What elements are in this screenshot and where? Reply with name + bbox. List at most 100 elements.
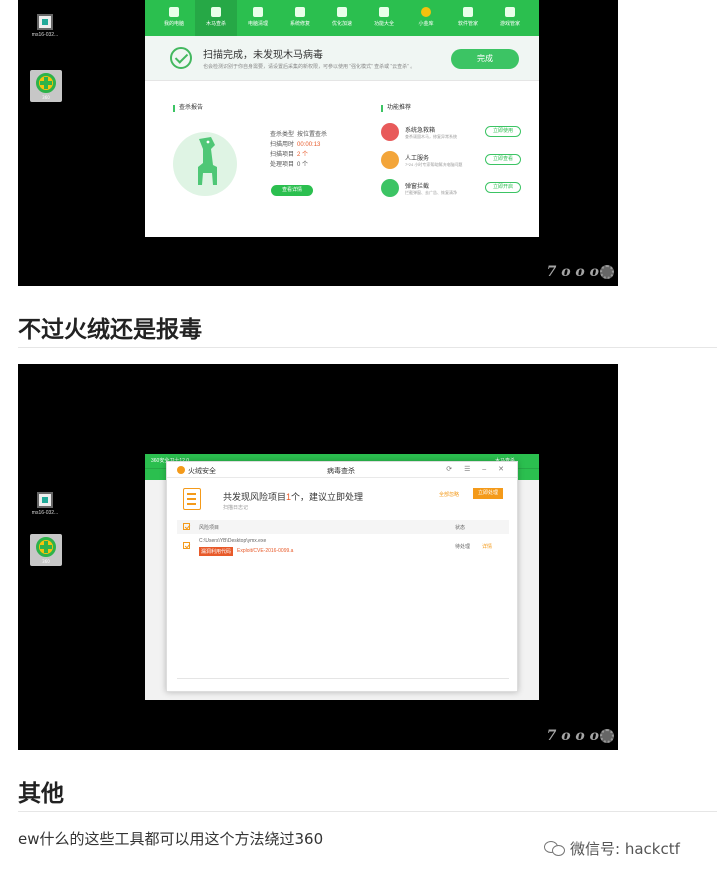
scan-time: 扫描日志记 (223, 505, 249, 511)
wechat-icon (544, 840, 566, 856)
risk-row-checkbox[interactable] (183, 542, 190, 549)
360-window: 我的电脑 木马查杀 电脑清理 系统修复 优化加速 功能大全 小金库 软件管家 游… (145, 0, 539, 237)
desktop-icon-label: ms16-032... (31, 510, 59, 516)
risk-status: 待处理 (455, 544, 471, 550)
feature-button[interactable]: 立即开启 (485, 182, 521, 193)
check-circle-icon (170, 47, 192, 69)
toolbar-my-computer[interactable]: 我的电脑 (153, 0, 195, 36)
feature-name: 人工服务 (405, 156, 430, 162)
toolbar-label: 优化加速 (331, 21, 352, 27)
recommend-section-title: 功能推荐 (381, 105, 411, 112)
exe-file-icon (37, 14, 53, 30)
divider (18, 347, 717, 348)
gear-icon (600, 265, 614, 279)
desktop-icon-ms16[interactable]: ms16-032... (30, 14, 60, 38)
wechat-label: 微信号: hackctf (570, 840, 680, 858)
toolbar-vault[interactable]: 小金库 (405, 0, 447, 36)
exe-file-icon (37, 492, 53, 508)
dialog-title: 病毒查杀 (327, 468, 355, 475)
risk-headline: 共发现风险项目1个，建议立即处理 (223, 492, 364, 502)
toolbar: 我的电脑 木马查杀 电脑清理 系统修复 优化加速 功能大全 小金库 软件管家 游… (145, 0, 539, 36)
report-row: 扫描项目 2 个 (270, 152, 309, 158)
toolbar-label: 功能大全 (373, 21, 394, 27)
scan-result-title: 扫描完成，未发现木马病毒 (203, 50, 323, 61)
feature-item: 系统急救箱 查杀顽固木马，修复异常系统 立即使用 (381, 123, 521, 145)
toolbar-label: 游戏管家 (499, 21, 520, 27)
feature-button[interactable]: 立即查看 (485, 154, 521, 165)
threat-type-badge: 漏洞利用代码 (199, 547, 234, 556)
toolbar-trojan-scan[interactable]: 木马查杀 (195, 0, 237, 36)
toolbar-games[interactable]: 游戏管家 (489, 0, 531, 36)
desktop-icon-360[interactable]: 360 (30, 70, 62, 102)
feature-name: 系统急救箱 (405, 128, 436, 134)
view-details-button[interactable]: 查看详情 (271, 185, 313, 196)
monitor-icon (169, 7, 179, 17)
toolbar-cleanup[interactable]: 电脑清理 (237, 0, 279, 36)
report-row: 扫描用时 00:00:13 (270, 142, 321, 148)
divider (18, 811, 717, 812)
report-row: 处理项目 0 个 (270, 162, 309, 168)
rocket-icon (337, 7, 347, 17)
coin-icon (421, 7, 431, 17)
horse-icon (211, 7, 221, 17)
feature-desc: 7*24 小时专家帮助解决电脑问题 (405, 162, 463, 167)
huorong-logo-icon (177, 466, 185, 474)
ignore-all-link[interactable]: 全部忽略 (439, 491, 459, 498)
toolbar-label: 我的电脑 (163, 21, 184, 27)
risk-list-icon (183, 488, 201, 510)
toolbar-repair[interactable]: 系统修复 (279, 0, 321, 36)
handle-now-button[interactable]: 立即处理 (473, 488, 503, 499)
desktop-icon-label: ms16-032... (31, 32, 59, 38)
desktop-icon-360[interactable]: 360 (30, 534, 62, 566)
popup-block-icon (381, 179, 399, 197)
toolbar-label: 小金库 (418, 21, 434, 27)
report-row: 查杀类型 按位置查杀 (270, 132, 328, 138)
toolbar-label: 电脑清理 (247, 21, 268, 27)
screenshot-huorong-alert: ms16-032... 360 360安全卫士12.0木马查杀 火绒安全 病毒查… (18, 364, 618, 750)
risk-file-path: C:\Users\YB\Desktop\ymx.exe (199, 538, 267, 544)
scan-result-subtitle: 也会检测识别于你自身需要，请设置后采集的新权限，可参以使用 “强化模式” 查杀或… (203, 64, 416, 70)
gear-icon (600, 729, 614, 743)
grid-icon (379, 7, 389, 17)
watermark-logo: 7 o o o (547, 728, 614, 744)
support-agent-icon (381, 151, 399, 169)
column-risk-item: 风险项目 (199, 525, 220, 531)
risk-details-link[interactable]: 详情 (482, 543, 492, 550)
paragraph: ew什么的这些工具都可以用这个方法绕过360 (18, 830, 324, 848)
window-controls[interactable]: ⟳ ☰ – ✕ (446, 465, 509, 473)
wechat-watermark: 微信号: hackctf (544, 838, 680, 859)
first-aid-kit-icon (381, 123, 399, 141)
risk-table-header: 风险项目 状态 (177, 520, 509, 534)
360-security-icon: 360 (30, 70, 62, 102)
toolbar-speedup[interactable]: 优化加速 (321, 0, 363, 36)
toolbar-label: 软件管家 (457, 21, 478, 27)
software-icon (463, 7, 473, 17)
feature-button[interactable]: 立即使用 (485, 126, 521, 137)
feature-desc: 拦截弹窗、去广告、恢复清净 (405, 190, 457, 195)
trojan-horse-icon (198, 137, 217, 185)
scan-result-banner: 扫描完成，未发现木马病毒 也会检测识别于你自身需要，请设置后采集的新权限，可参以… (145, 36, 539, 81)
wrench-icon (295, 7, 305, 17)
section-heading: 不过火绒还是报毒 (18, 317, 202, 343)
watermark-logo: 7 o o o (547, 264, 614, 280)
toolbar-features[interactable]: 功能大全 (363, 0, 405, 36)
feature-item: 人工服务 7*24 小时专家帮助解决电脑问题 立即查看 (381, 151, 521, 173)
broom-icon (253, 7, 263, 17)
toolbar-software[interactable]: 软件管家 (447, 0, 489, 36)
feature-item: 弹窗拦截 拦截弹窗、去广告、恢复清净 立即开启 (381, 179, 521, 201)
select-all-checkbox[interactable] (183, 523, 190, 530)
screenshot-360-scan: ms16-032... 360 我的电脑 木马查杀 电脑清理 系统修复 优化加速… (18, 0, 618, 286)
threat-name: Exploit/CVE-2016-0099.a (237, 548, 294, 554)
report-section-title: 查杀报告 (173, 105, 203, 112)
toolbar-label: 系统修复 (289, 21, 310, 27)
report-area: 查杀报告 查杀类型 按位置查杀 扫描用时 00:00:13 扫描项目 2 个 处理项目… (145, 81, 539, 237)
column-status: 状态 (455, 525, 466, 531)
huorong-dialog: 火绒安全 病毒查杀 ⟳ ☰ – ✕ 共发现风险项目1个，建议立即处理 扫描日志记… (166, 461, 518, 692)
desktop-icon-ms16[interactable]: ms16-032... (30, 492, 60, 516)
section-heading: 其他 (18, 781, 64, 807)
divider (177, 678, 509, 679)
huorong-brand: 火绒安全 (188, 468, 216, 475)
huorong-titlebar: 火绒安全 病毒查杀 ⟳ ☰ – ✕ (167, 462, 517, 478)
done-button[interactable]: 完成 (451, 49, 519, 69)
360-security-icon: 360 (30, 534, 62, 566)
